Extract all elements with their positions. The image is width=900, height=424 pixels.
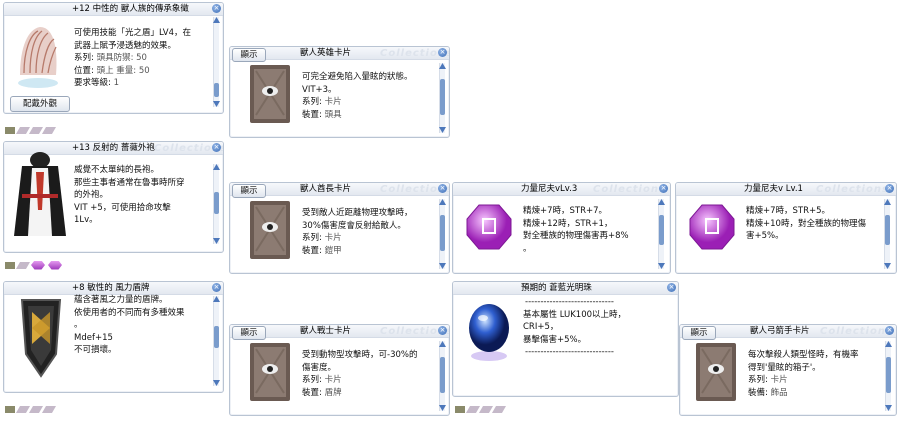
card-description: 受到動物型攻擊時，可-30%的 傷害度。 系列: 卡片 裝置: 盾牌 bbox=[302, 350, 418, 398]
card-image bbox=[694, 341, 738, 406]
card-slots bbox=[455, 403, 507, 415]
card-title: 獸人酋長卡片 bbox=[300, 184, 352, 194]
slot-icon bbox=[5, 126, 15, 134]
scrollbar[interactable] bbox=[213, 296, 220, 386]
item-title: 預期的 蒼藍光明珠 bbox=[521, 283, 592, 293]
show-button[interactable]: 顯示 bbox=[232, 48, 266, 62]
show-button[interactable]: 顯示 bbox=[232, 184, 266, 198]
enchant-gem-image bbox=[686, 201, 738, 256]
item-title: +8 敏性的 風力盾牌 bbox=[72, 283, 150, 293]
card-window-orc-archer: 顯示 獸人弓箭手卡片 Collections × 每次擊殺人類型怪時，有機率 得… bbox=[679, 324, 897, 416]
filled-slot bbox=[48, 260, 62, 270]
scrollbar[interactable] bbox=[884, 199, 891, 269]
card-title: 獸人英雄卡片 bbox=[300, 48, 352, 58]
watermark: Collections bbox=[593, 184, 666, 195]
close-icon[interactable]: × bbox=[212, 283, 221, 292]
item-description: 蘊含著風之力量的盾牌。 依使用者的不同而有多種效果 。 Mdef+15 不可損壞… bbox=[74, 295, 185, 355]
filled-slot bbox=[31, 260, 45, 270]
item-title: +12 中性的 獸人族的傳承象徵 bbox=[72, 4, 189, 14]
close-icon[interactable]: × bbox=[885, 326, 894, 335]
card-slots bbox=[5, 403, 57, 415]
enchant-description: 精煉+7時，STR+7。 精煉+12時，STR+1， 對全種族的物理傷害再+8%… bbox=[523, 206, 629, 254]
card-window-orc-hero: 顯示 獸人英雄卡片 Collections × 可完全避免陷入暈眩的狀態。 VI… bbox=[229, 46, 450, 138]
scrollbar[interactable] bbox=[439, 63, 446, 133]
close-icon[interactable]: × bbox=[885, 184, 894, 193]
empty-slot bbox=[491, 405, 507, 413]
item-window-headgear: +12 中性的 獸人族的傳承象徵 × 配戴外觀 可使用技能「光之盾」LV4，在 … bbox=[3, 2, 224, 114]
empty-slot bbox=[41, 126, 57, 134]
show-button[interactable]: 顯示 bbox=[682, 326, 716, 340]
close-icon[interactable]: × bbox=[438, 326, 447, 335]
scrollbar[interactable] bbox=[213, 17, 220, 107]
show-button[interactable]: 顯示 bbox=[232, 326, 266, 340]
item-image-shield bbox=[16, 294, 66, 380]
scrollbar[interactable] bbox=[213, 164, 220, 244]
scrollbar[interactable] bbox=[658, 199, 665, 269]
enchant-title: 力量尼夫v Lv.1 bbox=[744, 184, 803, 194]
slot-icon bbox=[455, 405, 465, 413]
enchant-window-str-lv1: 力量尼夫v Lv.1 Collections × 精煉+7時，STR+5。 精煉… bbox=[675, 182, 897, 274]
card-slots bbox=[5, 259, 62, 271]
close-icon[interactable]: × bbox=[438, 184, 447, 193]
enchant-description: 精煉+7時，STR+5。 精煉+10時，對全種族的物理傷 害+5%。 bbox=[746, 206, 866, 241]
item-image-blue-orb bbox=[463, 296, 515, 369]
card-title: 獸人戰士卡片 bbox=[300, 326, 352, 336]
card-window-orc-warrior: 顯示 獸人戰士卡片 Collections × 受到動物型攻擊時，可-30%的 … bbox=[229, 324, 450, 416]
empty-slot bbox=[15, 126, 31, 134]
close-icon[interactable]: × bbox=[212, 143, 221, 152]
appearance-button[interactable]: 配戴外觀 bbox=[10, 96, 70, 112]
item-description: 可使用技能「光之盾」LV4，在 武器上賦予浸透魅的效果。 系列: 頭具防禦: 5… bbox=[74, 28, 192, 88]
close-icon[interactable]: × bbox=[438, 48, 447, 57]
card-description: 可完全避免陷入暈眩的狀態。 VIT+3。 系列: 卡片 裝置: 頭具 bbox=[302, 72, 413, 120]
card-image bbox=[248, 199, 292, 264]
item-description: 威覺不太單純的長袍。 那些主事者通常在魯事時所穿 的外袍。 VIT +5，可使用… bbox=[74, 165, 185, 225]
card-window-orc-chief: 顯示 獸人酋長卡片 Collections × 受到敵人近距離物理攻擊時， 30… bbox=[229, 182, 450, 274]
card-image bbox=[248, 341, 292, 406]
card-description: 受到敵人近距離物理攻擊時， 30%傷害度會反射給敵人。 系列: 卡片 裝置: 鎧… bbox=[302, 208, 413, 256]
close-icon[interactable]: × bbox=[659, 184, 668, 193]
scrollbar[interactable] bbox=[439, 341, 446, 411]
close-icon[interactable]: × bbox=[667, 283, 676, 292]
watermark: Collections bbox=[820, 326, 893, 337]
empty-slot bbox=[28, 405, 44, 413]
empty-slot bbox=[478, 405, 494, 413]
item-window-orb: 預期的 蒼藍光明珠 × ----------------------------… bbox=[452, 281, 679, 397]
empty-slot bbox=[15, 405, 31, 413]
item-window-garment: +13 反射的 薔薇外袍 Collections × 威覺不太單純的長袍。 那些… bbox=[3, 141, 224, 253]
enchant-gem-image bbox=[463, 201, 515, 256]
scrollbar[interactable] bbox=[885, 341, 892, 411]
enchant-title: 力量尼夫vLv.3 bbox=[521, 184, 578, 194]
empty-slot bbox=[41, 405, 57, 413]
item-title: +13 反射的 薔薇外袍 bbox=[72, 143, 155, 153]
close-icon[interactable]: × bbox=[212, 4, 221, 13]
empty-slot bbox=[15, 261, 31, 269]
item-image-feather-headgear bbox=[10, 17, 66, 93]
item-window-shield: +8 敏性的 風力盾牌 × 蘊含著風之力量的盾牌。 依使用者的不同而有多種效果 … bbox=[3, 281, 224, 393]
empty-slot bbox=[28, 126, 44, 134]
watermark: Collections bbox=[816, 184, 889, 195]
card-description: 每次擊殺人類型怪時，有機率 得到'暈眩的箱子'。 系列: 卡片 裝備: 飾品 bbox=[748, 350, 859, 398]
card-image bbox=[248, 63, 292, 128]
enchant-window-str-lv3: 力量尼夫vLv.3 Collections × 精煉+7時，STR+7。 精煉+… bbox=[452, 182, 671, 274]
scrollbar[interactable] bbox=[439, 199, 446, 269]
item-description: ----------------------------- 基本屬性 LUK10… bbox=[523, 297, 627, 357]
slot-icon bbox=[5, 261, 15, 269]
card-title: 獸人弓箭手卡片 bbox=[750, 326, 810, 336]
slot-icon bbox=[5, 405, 15, 413]
item-image-robe bbox=[12, 150, 68, 240]
card-slots bbox=[5, 124, 57, 136]
empty-slot bbox=[465, 405, 481, 413]
